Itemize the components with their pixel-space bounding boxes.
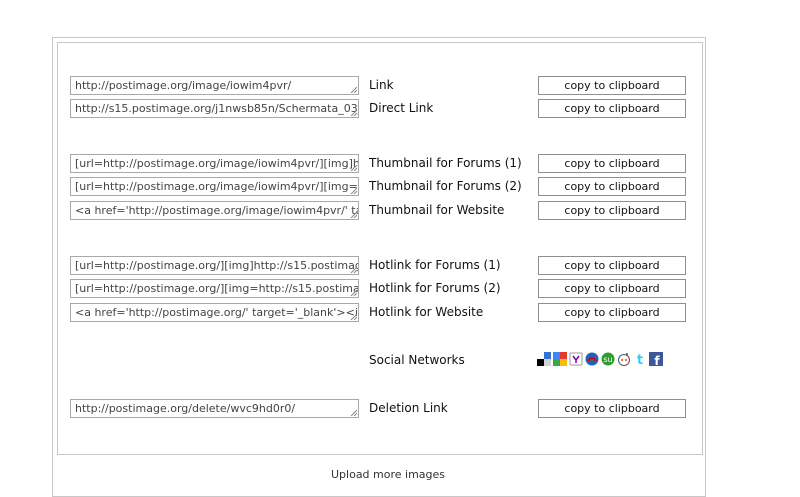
copy-hotlink-forums-2-button[interactable]: copy to clipboard <box>538 279 686 298</box>
direct-link-field-value: http://s15.postimage.org/j1nwsb85n/Scher… <box>75 102 359 115</box>
resize-grip-icon[interactable] <box>350 109 357 116</box>
hotlink-forums-2-field[interactable]: [url=http://postimage.org/][img=http://s… <box>70 279 359 298</box>
hotlink-website-value: <a href='http://postimage.org/' target='… <box>75 306 359 319</box>
resize-grip-icon[interactable] <box>350 266 357 273</box>
svg-text:f: f <box>654 354 660 366</box>
deletion-link-label: Deletion Link <box>369 401 448 415</box>
direct-link-field[interactable]: http://s15.postimage.org/j1nwsb85n/Scher… <box>70 99 359 118</box>
thumbnail-website-value: <a href='http://postimage.org/image/iowi… <box>75 204 359 217</box>
resize-grip-icon[interactable] <box>350 86 357 93</box>
svg-text:t: t <box>637 353 643 366</box>
resize-grip-icon[interactable] <box>350 409 357 416</box>
copy-thumbnail-forums-1-button[interactable]: copy to clipboard <box>538 154 686 173</box>
hotlink-forums-1-field[interactable]: [url=http://postimage.org/][img]http://s… <box>70 256 359 275</box>
google-bookmarks-icon[interactable] <box>553 352 567 366</box>
thumbnail-forums-2-value: [url=http://postimage.org/image/iowim4pv… <box>75 180 359 193</box>
hotlink-forums-1-value: [url=http://postimage.org/][img]http://s… <box>75 259 359 272</box>
twitter-icon[interactable]: t <box>633 352 647 366</box>
hotlink-website-label: Hotlink for Website <box>369 305 484 319</box>
thumbnail-forums-1-field[interactable]: [url=http://postimage.org/image/iowim4pv… <box>70 154 359 173</box>
stumbleupon-icon[interactable]: su <box>601 352 615 366</box>
thumbnail-forums-1-value: [url=http://postimage.org/image/iowim4pv… <box>75 157 359 170</box>
facebook-icon[interactable]: f <box>649 352 663 366</box>
copy-direct-link-button[interactable]: copy to clipboard <box>538 99 686 118</box>
resize-grip-icon[interactable] <box>350 187 357 194</box>
deletion-link-field[interactable]: http://postimage.org/delete/wvc9hd0r0/ <box>70 399 359 418</box>
copy-hotlink-forums-1-button[interactable]: copy to clipboard <box>538 256 686 275</box>
hotlink-forums-2-label: Hotlink for Forums (2) <box>369 281 501 295</box>
copy-hotlink-website-button[interactable]: copy to clipboard <box>538 303 686 322</box>
thumbnail-website-field[interactable]: <a href='http://postimage.org/image/iowi… <box>70 201 359 220</box>
resize-grip-icon[interactable] <box>350 289 357 296</box>
hotlink-forums-2-value: [url=http://postimage.org/][img=http://s… <box>75 282 359 295</box>
reddit-icon[interactable] <box>617 352 631 366</box>
copy-thumbnail-forums-2-button[interactable]: copy to clipboard <box>538 177 686 196</box>
copy-deletion-link-button[interactable]: copy to clipboard <box>538 399 686 418</box>
deletion-link-value: http://postimage.org/delete/wvc9hd0r0/ <box>75 402 296 415</box>
hotlink-website-field[interactable]: <a href='http://postimage.org/' target='… <box>70 303 359 322</box>
social-networks-label: Social Networks <box>369 353 465 367</box>
thumbnail-forums-2-label: Thumbnail for Forums (2) <box>369 179 522 193</box>
link-field[interactable]: http://postimage.org/image/iowim4pvr/ <box>70 76 359 95</box>
delicious-icon[interactable] <box>537 352 551 366</box>
link-label: Link <box>369 78 394 92</box>
link-field-value: http://postimage.org/image/iowim4pvr/ <box>75 79 292 92</box>
resize-grip-icon[interactable] <box>350 164 357 171</box>
resize-grip-icon[interactable] <box>350 313 357 320</box>
copy-link-button[interactable]: copy to clipboard <box>538 76 686 95</box>
copy-thumbnail-website-button[interactable]: copy to clipboard <box>538 201 686 220</box>
thumbnail-website-label: Thumbnail for Website <box>369 203 505 217</box>
social-icons: su t f <box>537 352 663 368</box>
resize-grip-icon[interactable] <box>350 211 357 218</box>
direct-link-label: Direct Link <box>369 101 434 115</box>
yahoo-bookmarks-icon[interactable] <box>569 352 583 366</box>
svg-text:su: su <box>603 355 612 364</box>
thumbnail-forums-2-field[interactable]: [url=http://postimage.org/image/iowim4pv… <box>70 177 359 196</box>
hotlink-forums-1-label: Hotlink for Forums (1) <box>369 258 501 272</box>
myspace-icon[interactable] <box>585 352 599 366</box>
thumbnail-forums-1-label: Thumbnail for Forums (1) <box>369 156 522 170</box>
